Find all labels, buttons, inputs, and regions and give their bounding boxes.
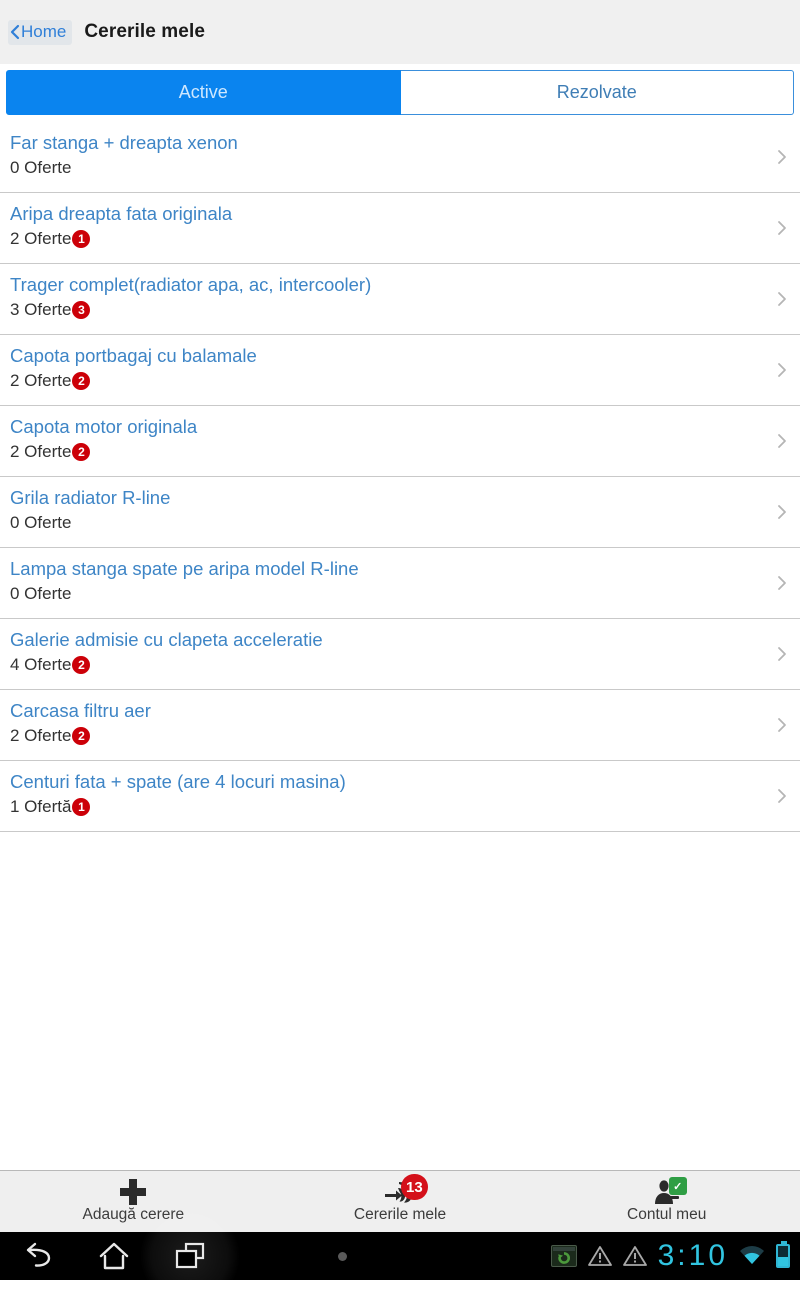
request-title: Carcasa filtru aer	[10, 700, 151, 721]
warning-triangle-icon	[587, 1245, 612, 1267]
bottom-navigation-bar: Adaugă cerere 13 Cererile mele ✓ Contul …	[0, 1170, 800, 1232]
chevron-right-icon	[776, 360, 788, 380]
table-row[interactable]: Grila radiator R-line 0 Oferte	[0, 477, 800, 548]
chevron-right-icon	[776, 786, 788, 806]
request-offers-line: 1 Ofertă 1	[10, 796, 760, 818]
request-offers-count: 3 Oferte	[10, 300, 72, 319]
request-offers-count: 0 Oferte	[10, 584, 72, 603]
status-clock: 3:10	[657, 1239, 728, 1272]
table-row[interactable]: Capota portbagaj cu balamale 2 Oferte 2	[0, 335, 800, 406]
request-title: Aripa dreapta fata originala	[10, 203, 233, 224]
tab-rezolvate[interactable]: Rezolvate	[400, 70, 794, 115]
request-offers-line: 3 Oferte 3	[10, 299, 760, 321]
chevron-right-icon	[776, 715, 788, 735]
requests-list: Far stanga + dreapta xenon 0 Oferte Arip…	[0, 122, 800, 832]
status-icons: 3:10	[550, 1239, 800, 1272]
request-badge: 3	[72, 301, 91, 319]
request-badge: 2	[72, 656, 91, 674]
request-title: Centuri fata + spate (are 4 locuri masin…	[10, 771, 346, 792]
request-title: Capota motor originala	[10, 416, 198, 437]
request-badge: 1	[72, 798, 91, 816]
request-offers-count: 2 Oferte	[10, 371, 72, 390]
request-title: Lampa stanga spate pe aripa model R-line	[10, 558, 359, 579]
request-badge: 1	[72, 230, 91, 248]
tab-active[interactable]: Active	[6, 70, 401, 115]
request-offers-line: 0 Oferte	[10, 512, 760, 534]
sync-status-icon	[550, 1245, 577, 1267]
inbox-arrow-icon: 13	[377, 1174, 428, 1205]
request-offers-count: 4 Oferte	[10, 655, 72, 674]
chevron-right-icon	[776, 431, 788, 451]
request-offers-line: 0 Oferte	[10, 157, 760, 179]
back-arrow-icon[interactable]	[0, 1232, 76, 1280]
chevron-right-icon	[776, 218, 788, 238]
chevron-right-icon	[776, 502, 788, 522]
request-offers-count: 1 Ofertă	[10, 797, 72, 816]
nav-badge-count: 13	[401, 1174, 428, 1200]
request-offers-count: 2 Oferte	[10, 229, 72, 248]
request-offers-count: 2 Oferte	[10, 442, 72, 461]
request-offers-line: 2 Oferte 2	[10, 725, 760, 747]
nav-item-cererile-mele[interactable]: 13 Cererile mele	[267, 1171, 534, 1232]
recent-apps-icon[interactable]	[138, 1210, 242, 1302]
user-check-icon: ✓	[644, 1177, 690, 1205]
request-offers-line: 4 Oferte 2	[10, 654, 760, 676]
nav-item-contul-meu-label: Contul meu	[627, 1206, 707, 1223]
request-title: Trager complet(radiator apa, ac, interco…	[10, 274, 372, 295]
table-row[interactable]: Carcasa filtru aer 2 Oferte 2	[0, 690, 800, 761]
tab-rezolvate-label: Rezolvate	[556, 82, 637, 102]
table-row[interactable]: Capota motor originala 2 Oferte 2	[0, 406, 800, 477]
request-offers-line: 2 Oferte 2	[10, 370, 760, 392]
plus-icon	[110, 1179, 156, 1205]
request-offers-count: 0 Oferte	[10, 513, 72, 532]
request-offers-count: 0 Oferte	[10, 158, 72, 177]
tab-bar: Active Rezolvate	[6, 70, 794, 115]
check-badge-icon: ✓	[668, 1177, 687, 1195]
app-screen: Home Cererile mele Active Rezolvate Far …	[0, 0, 800, 1302]
request-title: Galerie admisie cu clapeta acceleratie	[10, 629, 323, 650]
wifi-icon	[739, 1246, 765, 1266]
request-title: Grila radiator R-line	[10, 487, 171, 508]
chevron-right-icon	[776, 147, 788, 167]
warning-triangle-icon	[622, 1245, 647, 1267]
battery-icon	[776, 1241, 790, 1268]
page-title: Cererile mele	[84, 21, 206, 42]
request-offers-line: 2 Oferte 1	[10, 228, 760, 250]
chevron-right-icon	[776, 289, 788, 309]
request-offers-count: 2 Oferte	[10, 726, 72, 745]
chevron-right-icon	[776, 573, 788, 593]
request-badge: 2	[72, 443, 91, 461]
table-row[interactable]: Far stanga + dreapta xenon 0 Oferte	[0, 122, 800, 193]
request-offers-line: 2 Oferte 2	[10, 441, 760, 463]
table-row[interactable]: Trager complet(radiator apa, ac, interco…	[0, 264, 800, 335]
android-system-bar: 3:10	[0, 1210, 800, 1302]
tab-active-label: Active	[178, 82, 228, 102]
chevron-left-icon	[10, 24, 20, 40]
request-offers-line: 0 Oferte	[10, 583, 760, 605]
system-nav-buttons	[0, 1210, 347, 1302]
table-row[interactable]: Galerie admisie cu clapeta acceleratie 4…	[0, 619, 800, 690]
back-button-label: Home	[21, 21, 67, 41]
chevron-right-icon	[776, 644, 788, 664]
table-row[interactable]: Aripa dreapta fata originala 2 Oferte 1	[0, 193, 800, 264]
table-row[interactable]: Lampa stanga spate pe aripa model R-line…	[0, 548, 800, 619]
request-title: Capota portbagaj cu balamale	[10, 345, 257, 366]
request-badge: 2	[72, 727, 91, 745]
table-row[interactable]: Centuri fata + spate (are 4 locuri masin…	[0, 761, 800, 832]
nav-item-cererile-mele-label: Cererile mele	[353, 1206, 447, 1223]
back-to-home-button[interactable]: Home	[8, 19, 73, 45]
request-badge: 2	[72, 372, 91, 390]
app-header: Home Cererile mele	[0, 0, 800, 64]
nav-item-contul-meu[interactable]: ✓ Contul meu	[533, 1171, 800, 1232]
menu-dot-icon[interactable]	[338, 1251, 347, 1261]
request-title: Far stanga + dreapta xenon	[10, 132, 238, 153]
